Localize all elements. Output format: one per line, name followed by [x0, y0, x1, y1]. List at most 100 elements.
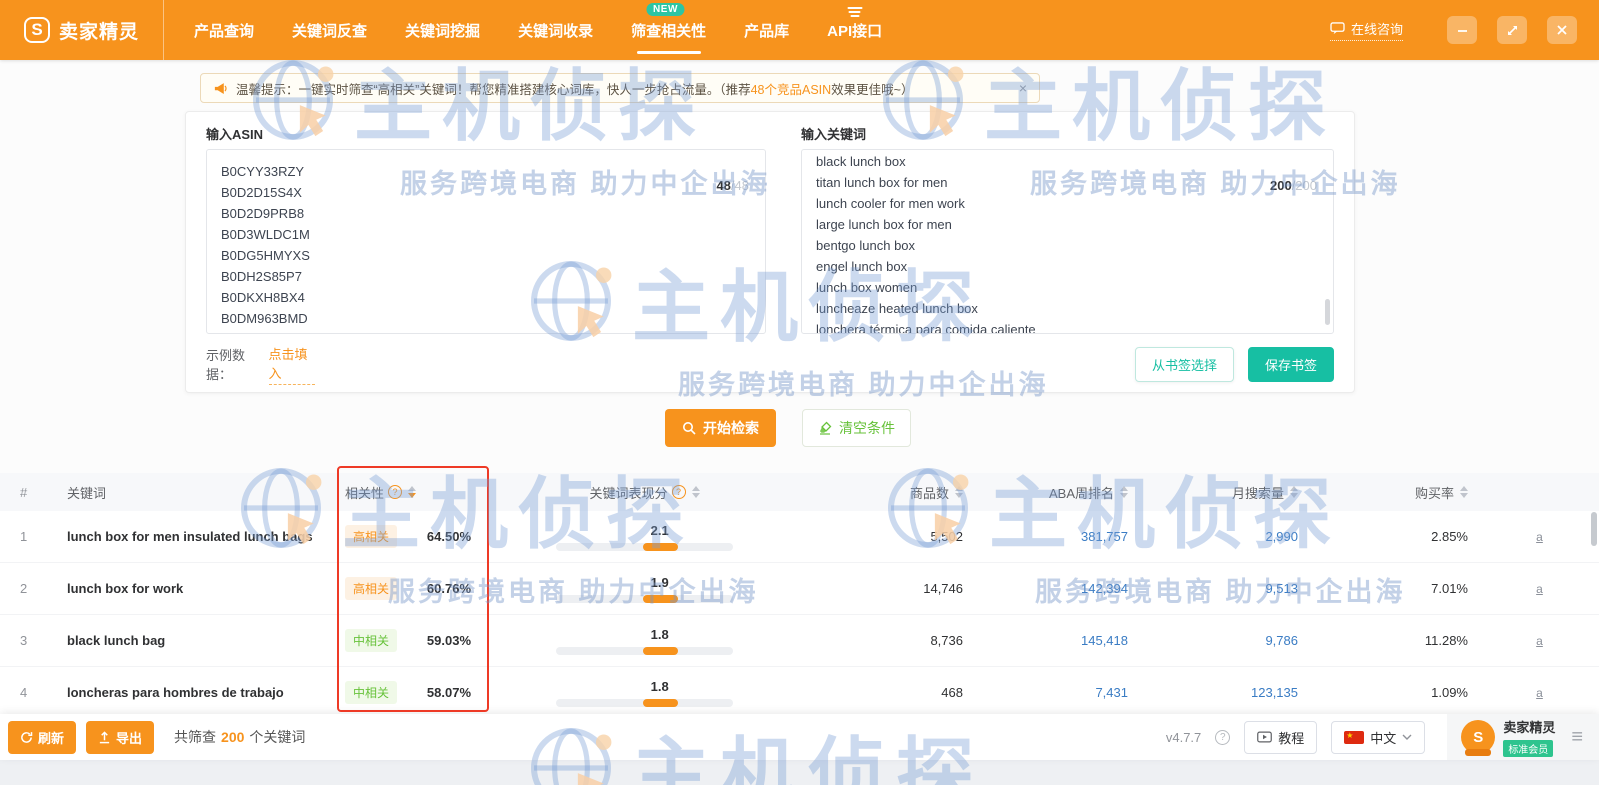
online-service-link[interactable]: 在线咨询: [1329, 19, 1403, 41]
help-icon[interactable]: ?: [671, 485, 686, 499]
window-maximize-button[interactable]: [1497, 16, 1527, 44]
table-row: 1 lunch box for men insulated lunch bags…: [0, 511, 1599, 563]
bookmark-save-button[interactable]: 保存书签: [1247, 346, 1334, 382]
page-scrollbar-thumb[interactable]: [1591, 512, 1597, 546]
menu-icon[interactable]: ≡: [1571, 726, 1583, 749]
window-minimize-button[interactable]: [1447, 16, 1477, 44]
relevance-cell: 高相关 64.50%: [337, 525, 489, 548]
sample-data-row: 示例数据： 点击填入: [206, 344, 316, 385]
results-table: # 关键词 相关性 ? 关键词表现分 ? 商品数 ABA周排名 月搜索量 购买率…: [0, 473, 1599, 719]
sort-carets[interactable]: [408, 486, 417, 498]
score-bar-thumb: [642, 594, 678, 603]
chat-icon: [1330, 22, 1345, 35]
nav-label: 关键词收录: [518, 22, 594, 40]
nav-keyword-index[interactable]: 关键词收录: [518, 0, 593, 60]
nav-keyword-reverse[interactable]: 关键词反查: [292, 0, 367, 60]
relevance-cell: 高相关 60.76%: [337, 577, 489, 600]
col-header-aba-rank[interactable]: ABA周排名: [975, 483, 1140, 502]
keywords-input[interactable]: black lunch box titan lunch box for men …: [801, 149, 1334, 334]
score-bar-track: [556, 698, 733, 707]
relevance-cell: 中相关 58.07%: [337, 681, 489, 704]
products-count: 8,736: [930, 633, 963, 648]
help-icon[interactable]: ?: [388, 485, 403, 499]
col-header-monthly-searches[interactable]: 月搜索量: [1140, 483, 1310, 502]
col-header-score[interactable]: 关键词表现分 ?: [489, 483, 800, 502]
asin-column: 输入ASIN B0CYY33RZY B0D2D15S4X B0D2D9PRB8 …: [206, 124, 766, 334]
window-close-button[interactable]: [1547, 16, 1577, 44]
products-count: 468: [941, 685, 963, 700]
version-help-icon[interactable]: ?: [1215, 729, 1231, 745]
sort-carets[interactable]: [1460, 486, 1468, 498]
nav-keyword-mining[interactable]: 关键词挖掘: [405, 0, 480, 60]
nav-label: 关键词挖掘: [405, 22, 481, 40]
keywords-scrollbar-thumb[interactable]: [1325, 299, 1330, 325]
nav-label: 产品查询: [194, 22, 255, 40]
col-header-buy-rate[interactable]: 购买率: [1310, 483, 1480, 502]
clear-button[interactable]: 清空条件: [802, 409, 911, 447]
nav-product-library[interactable]: 产品库: [744, 0, 789, 60]
col-header-label: 相关性: [345, 485, 385, 501]
account-panel[interactable]: S 卖家精灵 标准会员 ≡: [1447, 714, 1599, 760]
membership-badge: 标准会员: [1503, 739, 1554, 757]
monthly-searches-link[interactable]: 2,990: [1140, 529, 1310, 544]
score-bar-thumb: [642, 646, 678, 655]
score-cell: 1.9: [489, 575, 800, 603]
footer-right: v4.7.7 ? 教程 ★ 中文 S 卖家精灵 标准会员 ≡: [1166, 714, 1599, 760]
notice-text: 温馨提示：一键实时筛查“高相关”关键词！帮您精准搭建核心词库，快人一步抢占流量。…: [236, 79, 913, 98]
refresh-label: 刷新: [38, 730, 65, 746]
footer-bar: 刷新 导出 共筛查 200 个关键词 v4.7.7 ? 教程 ★ 中文 S 卖家…: [0, 714, 1599, 760]
score-bar-track: [556, 594, 733, 603]
bookmark-select-button[interactable]: 从书签选择: [1134, 346, 1234, 382]
row-index: 2: [20, 581, 28, 596]
asin-input[interactable]: B0CYY33RZY B0D2D15S4X B0D2D9PRB8 B0D3WLD…: [206, 149, 766, 334]
action-buttons: 开始检索 清空条件: [203, 409, 1373, 447]
account-info: 卖家精灵 标准会员: [1503, 717, 1555, 758]
export-label: 导出: [116, 730, 143, 746]
amazon-link[interactable]: a: [1536, 686, 1543, 700]
aba-rank-link[interactable]: 145,418: [975, 633, 1140, 648]
monthly-searches-link[interactable]: 9,513: [1140, 581, 1310, 596]
search-button[interactable]: 开始检索: [665, 409, 776, 447]
export-button[interactable]: 导出: [86, 720, 155, 754]
buy-rate: 11.28%: [1424, 633, 1468, 648]
keyword-cell: loncheras para hombres de trabajo: [67, 685, 284, 700]
sort-carets[interactable]: [955, 486, 963, 498]
amazon-link[interactable]: a: [1536, 530, 1543, 544]
new-badge: NEW: [646, 3, 685, 16]
relevance-percent: 58.07%: [426, 685, 471, 700]
brand-name: 卖家精灵: [59, 21, 140, 43]
eraser-icon: [820, 421, 832, 435]
sort-carets[interactable]: [691, 486, 700, 498]
nav-api[interactable]: API接口: [827, 0, 882, 60]
sample-fill-link[interactable]: 点击填入: [268, 344, 316, 385]
col-header-relevance[interactable]: 相关性 ?: [337, 483, 489, 502]
summary-count: 200: [221, 729, 245, 745]
keywords-column: 输入关键词 black lunch box titan lunch box fo…: [801, 124, 1334, 334]
maximize-icon: [1507, 25, 1517, 35]
monthly-searches-link[interactable]: 9,786: [1140, 633, 1310, 648]
notice-highlight: 48个竞品ASIN: [750, 82, 832, 97]
aba-rank-link[interactable]: 381,757: [975, 529, 1140, 544]
avatar[interactable]: S: [1461, 720, 1496, 754]
summary-suffix: 个关键词: [249, 729, 306, 745]
version-label: v4.7.7: [1165, 729, 1202, 745]
aba-rank-link[interactable]: 142,394: [975, 581, 1140, 596]
keyword-cell: lunch box for men insulated lunch bags: [67, 529, 313, 544]
notice-close-icon[interactable]: ×: [1019, 81, 1027, 95]
search-icon: [683, 422, 696, 435]
amazon-link[interactable]: a: [1536, 634, 1543, 648]
nav-product-query[interactable]: 产品查询: [194, 0, 254, 60]
score-bar-thumb: [642, 698, 678, 707]
row-index: 1: [20, 529, 28, 544]
refresh-button[interactable]: 刷新: [8, 720, 77, 754]
col-header-products[interactable]: 商品数: [800, 483, 975, 502]
nav-relevance-check-active[interactable]: NEW 筛查相关性: [631, 0, 706, 60]
monthly-searches-link[interactable]: 123,135: [1140, 685, 1310, 700]
amazon-link[interactable]: a: [1536, 582, 1543, 596]
tutorial-button[interactable]: 教程: [1244, 720, 1318, 754]
aba-rank-link[interactable]: 7,431: [975, 685, 1140, 700]
sort-carets[interactable]: [1120, 486, 1128, 498]
language-select[interactable]: ★ 中文: [1331, 720, 1426, 754]
col-header-label: 关键词表现分: [589, 485, 668, 501]
sort-carets[interactable]: [1290, 486, 1298, 498]
